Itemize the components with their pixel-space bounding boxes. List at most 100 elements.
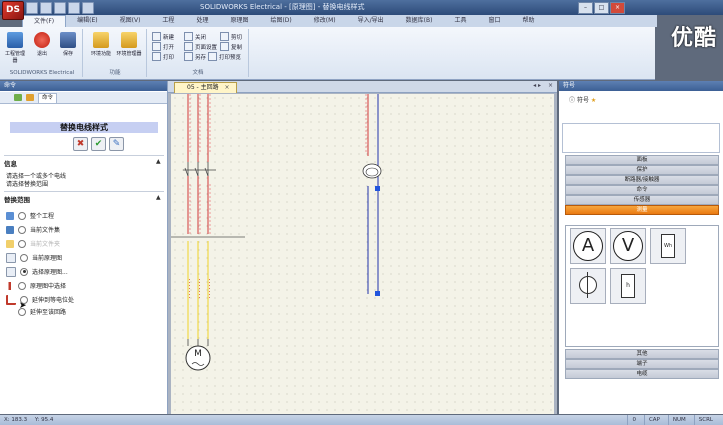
close-doc-button[interactable]: 关闭	[184, 32, 206, 41]
cut-button[interactable]: 剪切	[220, 32, 242, 41]
radio[interactable]	[18, 211, 26, 220]
print-doc-button[interactable]: 打印	[152, 52, 174, 61]
confirm-button[interactable]: ✔	[91, 137, 106, 151]
ribbon-tab-9[interactable]: 数据库(B)	[395, 15, 444, 27]
ribbon-tab-3[interactable]: 工程	[151, 15, 185, 27]
ammeter-symbol[interactable]: A	[570, 228, 606, 264]
close-icon[interactable]: ×	[610, 2, 625, 14]
open-doc-button[interactable]: 打开	[152, 42, 174, 51]
quick-access-toolbar	[26, 2, 94, 14]
category-protection[interactable]: 保护	[565, 165, 719, 175]
exit-button[interactable]: 退出	[32, 32, 52, 57]
page-setup-button[interactable]: 页面设置	[184, 42, 217, 51]
command-panel-tabs: 命令	[0, 92, 167, 104]
hour-meter-symbol[interactable]: h	[610, 268, 646, 304]
project-manager-button[interactable]: 工程管理器	[5, 32, 25, 64]
ribbon-tab-8[interactable]: 导入/导出	[347, 15, 395, 27]
category-breaker[interactable]: 断路器/接触器	[565, 175, 719, 185]
category-cable[interactable]: 电缆	[565, 369, 719, 379]
command-title: 替换电线样式	[10, 122, 158, 133]
bundle-icon	[6, 225, 14, 234]
folder-icon	[121, 32, 137, 48]
ribbon-tab-10[interactable]: 工具	[443, 15, 477, 27]
tab-symbols[interactable]: ⓘ 符号 ★	[569, 95, 596, 104]
save-button[interactable]: 保存	[58, 32, 78, 57]
ribbon-tab-2[interactable]: 视图(V)	[109, 15, 152, 27]
symbol-panel: 符号 ⓘ 符号 ★ 面板 保护 断路器/接触器 命令 传感器 测量 A V Wh…	[559, 81, 723, 414]
open-icon	[152, 42, 161, 51]
exit-icon	[34, 32, 50, 48]
frequency-meter-symbol[interactable]	[570, 268, 606, 304]
tree-icon[interactable]	[14, 94, 22, 101]
command-panel: 命令 命令 替换电线样式 ✖ ✔ ✎ 信息 ▲ 请选择一个或多个电线 请选择替换…	[0, 81, 168, 414]
ribbon-tab-7[interactable]: 修改(M)	[303, 15, 347, 27]
status-indicators: 0 CAP NUM SCRL	[627, 415, 717, 425]
ribbon-tab-4[interactable]: 处理	[185, 15, 219, 27]
collapse-scope-icon[interactable]: ▲	[156, 194, 161, 201]
category-terminal[interactable]: 端子	[565, 359, 719, 369]
tab-command[interactable]: 命令	[38, 93, 58, 104]
wire-group-upper	[187, 94, 209, 162]
ribbon-tab-5[interactable]: 原理图	[219, 15, 259, 27]
project-manager-icon	[7, 32, 23, 48]
scope-option-select-drawings[interactable]: 选择原理图...	[6, 266, 68, 277]
help-button[interactable]: ✎	[109, 137, 124, 151]
collapse-info-icon[interactable]: ▲	[156, 158, 161, 165]
scope-option-select-in-drawing[interactable]: 原理图中选择	[6, 281, 66, 290]
category-other[interactable]: 其他	[565, 349, 719, 359]
qat-save-icon[interactable]	[54, 2, 66, 14]
qat-open-icon[interactable]	[40, 2, 52, 14]
category-panel[interactable]: 面板	[565, 155, 719, 165]
print-icon	[152, 52, 161, 61]
ribbon-group-label: 功能	[109, 70, 121, 76]
scroll-tabs-icon[interactable]: ◂ ▸	[533, 82, 541, 89]
env-function-button[interactable]: 环境功能	[88, 32, 114, 57]
radio[interactable]	[18, 225, 26, 234]
ribbon-tab-11[interactable]: 窗口	[478, 15, 512, 27]
print-preview-icon	[208, 52, 217, 61]
maximize-icon[interactable]: □	[594, 2, 609, 14]
scope-heading: 替换范围	[4, 196, 30, 204]
energy-meter-symbol[interactable]: Wh	[650, 228, 686, 264]
env-manager-button[interactable]: 环境管理器	[116, 32, 142, 57]
drawing-canvas[interactable]: M	[171, 94, 554, 414]
app-logo[interactable]: DS	[2, 1, 24, 20]
schematic: M	[171, 94, 382, 371]
ribbon-tab-1[interactable]: 编辑(E)	[66, 15, 108, 27]
component-icon[interactable]	[26, 94, 34, 101]
symbol-panel-header: 符号	[559, 81, 723, 91]
new-doc-button[interactable]: 新建	[152, 32, 174, 41]
new-icon	[152, 32, 161, 41]
close-doc-icon	[184, 32, 193, 41]
radio-checked[interactable]	[20, 267, 28, 276]
copy-button[interactable]: 复制	[220, 42, 242, 51]
minimize-icon[interactable]: –	[578, 2, 593, 14]
close-tab-icon[interactable]: ×	[225, 84, 230, 91]
ribbon-group-document: 新建 打开 打印 关闭 页面设置 另存 剪切 复制 打印预览 文档	[148, 29, 249, 77]
cancel-button[interactable]: ✖	[73, 137, 88, 151]
radio[interactable]	[20, 253, 28, 262]
qat-redo-icon[interactable]	[82, 2, 94, 14]
document-tab[interactable]: 05 - 主回路 ×	[174, 82, 237, 93]
qat-undo-icon[interactable]	[68, 2, 80, 14]
radio[interactable]	[18, 281, 26, 290]
save-as-icon	[184, 52, 193, 61]
scope-option-extend-equipotential[interactable]: 延伸到等电位处	[6, 294, 74, 305]
symbol-search-area[interactable]	[562, 123, 720, 153]
scope-option-whole-project[interactable]: 整个工程	[6, 211, 54, 220]
ribbon-tabs: 文件(F) 编辑(E) 视图(V) 工程 处理 原理图 绘图(D) 修改(M) 导入/导出 数据库…	[22, 15, 657, 28]
category-measurement[interactable]: 测量	[565, 205, 719, 215]
star-icon[interactable]: ★	[591, 97, 596, 104]
qat-new-icon[interactable]	[26, 2, 38, 14]
scope-option-current-bundle[interactable]: 当前文件集	[6, 225, 60, 234]
save-as-button[interactable]: 另存	[184, 52, 206, 61]
print-preview-button[interactable]: 打印预览	[208, 52, 241, 61]
ribbon-tab-6[interactable]: 绘图(D)	[259, 15, 302, 27]
voltmeter-symbol[interactable]: V	[610, 228, 646, 264]
ribbon-tab-12[interactable]: 帮助	[512, 15, 546, 27]
connection-point	[375, 186, 380, 191]
category-command[interactable]: 命令	[565, 185, 719, 195]
close-document-icon[interactable]: ×	[548, 82, 553, 89]
category-sensor[interactable]: 传感器	[565, 195, 719, 205]
scope-option-current-drawing[interactable]: 当前原理图	[6, 252, 62, 263]
